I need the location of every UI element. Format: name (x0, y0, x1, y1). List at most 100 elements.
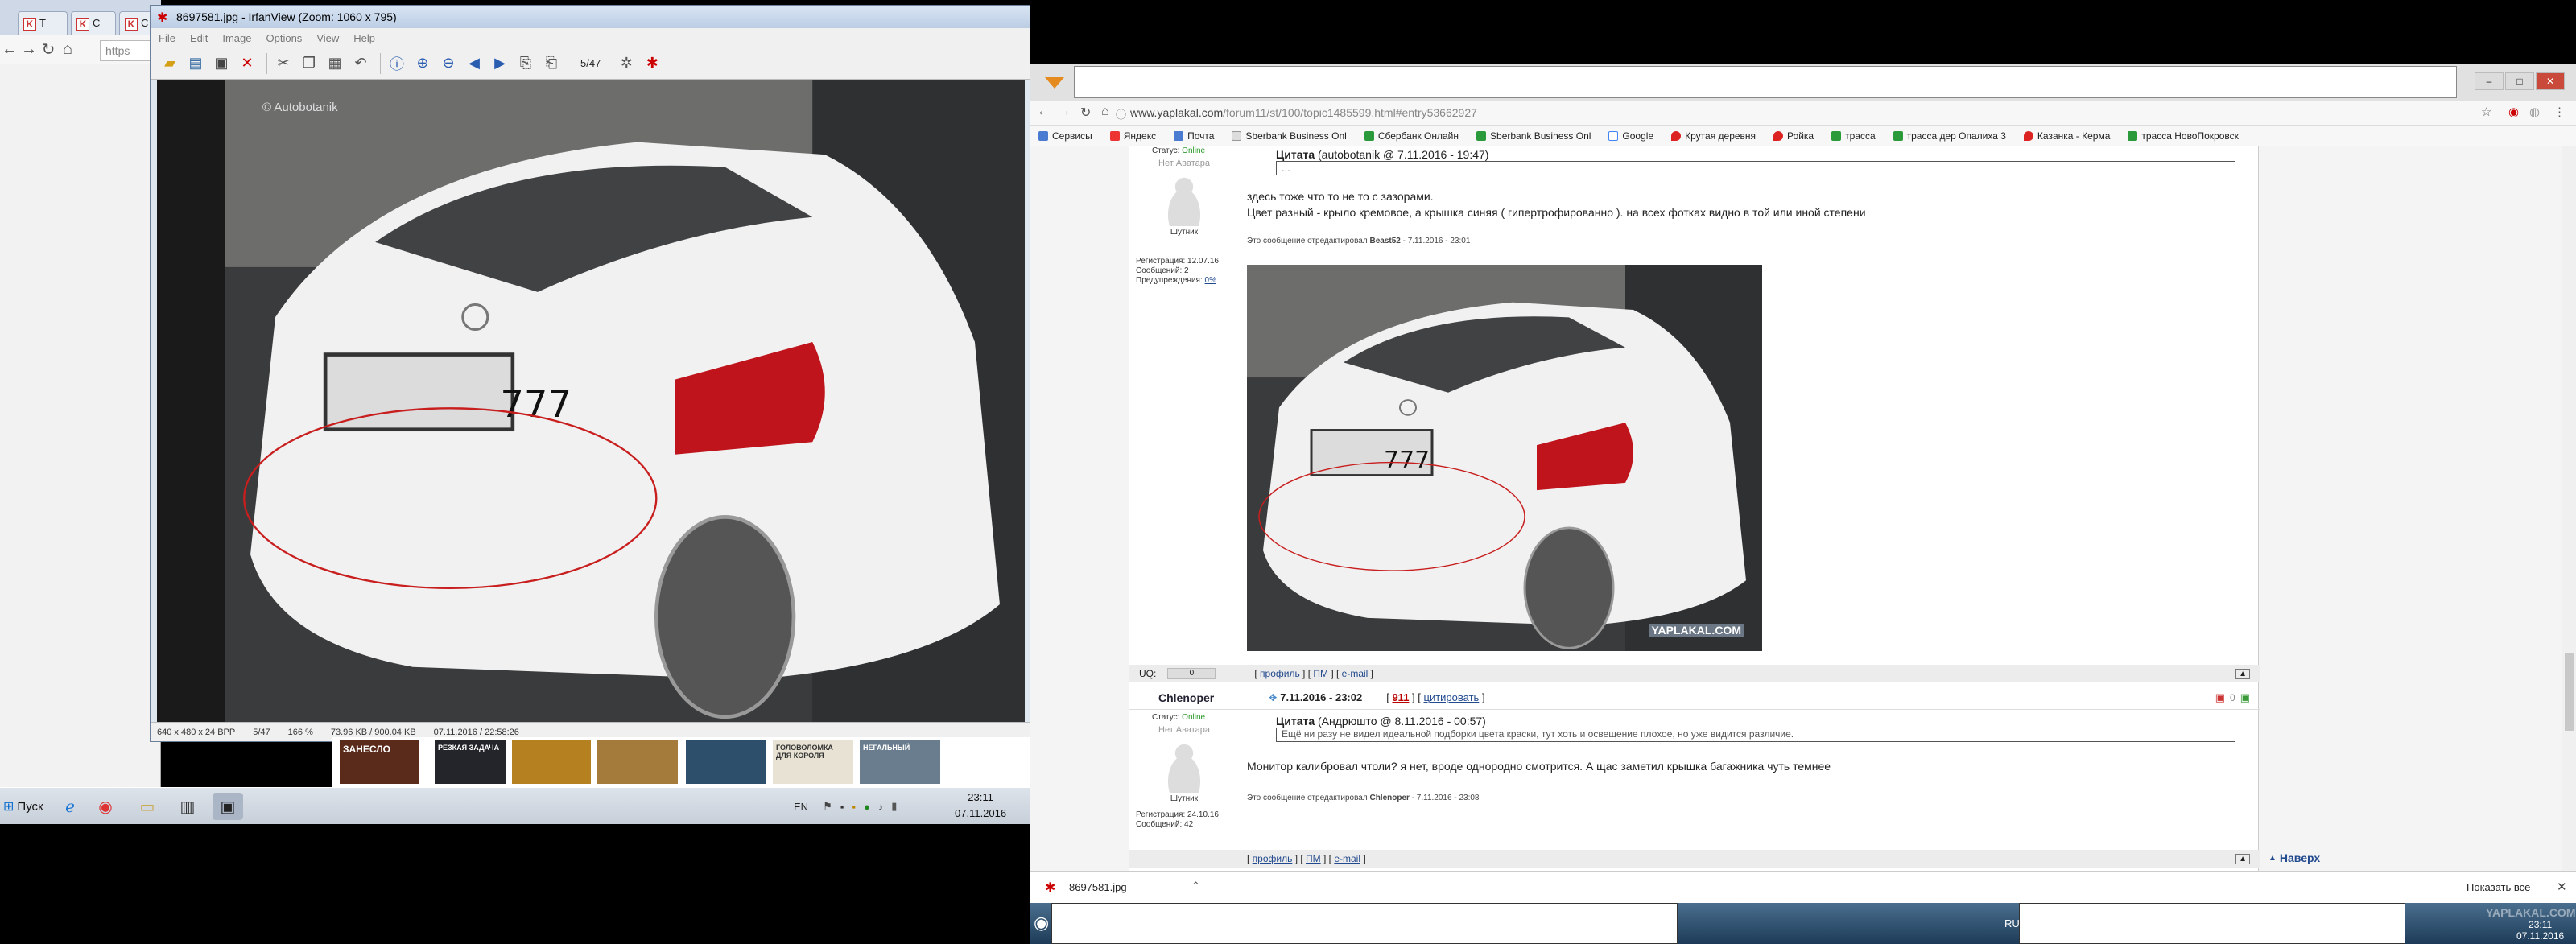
profile-link[interactable]: профиль (1253, 853, 1293, 864)
movie-thumb[interactable]: ЗАНЕСЛО (340, 740, 419, 784)
bookmark-item[interactable]: Sberbank Business Onl (1232, 130, 1347, 142)
cut-icon[interactable]: ✂ (272, 52, 295, 75)
bookmark-item[interactable]: трасса дер Опалиха 3 (1893, 130, 2006, 142)
movie-thumb[interactable] (686, 740, 766, 784)
irfanview-red-cat-icon[interactable]: ✱ (641, 52, 663, 75)
menu-image[interactable]: Image (222, 32, 251, 44)
menu-view[interactable]: View (316, 32, 339, 44)
tray-icon[interactable]: ▪ (840, 801, 844, 813)
movie-thumb[interactable] (512, 740, 591, 784)
chrome-menu-icon[interactable] (1045, 77, 1064, 89)
screen-icon[interactable]: ▣ (213, 793, 243, 820)
scroll-top-icon[interactable]: ▲ (2235, 853, 2250, 864)
uq-rating-control[interactable]: 0 (1167, 668, 1216, 679)
extension-icon[interactable]: ◉ (2508, 105, 2519, 119)
reload-icon[interactable]: ↻ (39, 39, 58, 60)
show-all-downloads-button[interactable]: Показать все (2467, 881, 2530, 893)
quote-action-link[interactable]: цитировать (1424, 691, 1480, 703)
scrollbar-thumb[interactable] (2565, 653, 2574, 731)
menu-options[interactable]: Options (266, 32, 303, 44)
slideshow-icon[interactable]: ▤ (184, 52, 207, 75)
home-icon[interactable]: ⌂ (58, 40, 77, 59)
background-tab-2[interactable]: KС (71, 11, 116, 35)
save-icon[interactable]: ▣ (210, 52, 233, 75)
movie-thumb[interactable]: НЕГАЛЬНЫЙ (860, 740, 940, 784)
bookmark-item[interactable]: Крутая деревня (1671, 130, 1756, 142)
forward-arrow-icon[interactable]: → (19, 40, 39, 59)
email-link[interactable]: e-mail (1334, 853, 1360, 864)
chrome-icon[interactable]: ◉ (90, 793, 121, 820)
maximize-icon[interactable]: □ (2505, 72, 2534, 90)
network-icon[interactable]: ▮ (891, 800, 897, 813)
paste-icon[interactable]: ▦ (324, 52, 346, 75)
scroll-top-icon[interactable]: ▲ (2235, 668, 2250, 679)
bookmark-item[interactable]: Сервисы (1038, 130, 1092, 142)
pm-link[interactable]: ПМ (1306, 853, 1321, 864)
bookmark-item[interactable]: Ройка (1773, 130, 1814, 142)
author-link[interactable]: Chlenoper (1158, 691, 1214, 704)
post-link-icon[interactable]: ✥ (1269, 692, 1277, 703)
menu-dots-icon[interactable]: ⋮ (2553, 105, 2566, 119)
minimize-icon[interactable]: ‒ (2475, 72, 2504, 90)
copy-icon[interactable]: ❐ (298, 52, 320, 75)
bookmark-item[interactable]: Сбербанк Онлайн (1364, 130, 1459, 142)
bookmark-item[interactable]: Яндекс (1109, 130, 1156, 142)
extension-icon[interactable]: ◍ (2529, 105, 2540, 119)
minus-vote-icon[interactable]: ▣ (2215, 691, 2225, 704)
previous-image-icon[interactable]: ◀ (463, 52, 485, 75)
menu-edit[interactable]: Edit (190, 32, 208, 44)
language-indicator[interactable]: EN (794, 801, 808, 813)
bookmark-item[interactable]: трасса НовоПокровск (2128, 130, 2239, 142)
menu-file[interactable]: File (159, 32, 175, 44)
undo-icon[interactable]: ↶ (349, 52, 372, 75)
movie-thumb[interactable] (597, 740, 678, 784)
settings-tools-icon[interactable]: ✲ (615, 52, 638, 75)
profile-link[interactable]: профиль (1260, 668, 1300, 679)
background-tab-1[interactable]: KТ (18, 11, 68, 35)
delete-icon[interactable]: ✕ (236, 52, 258, 75)
language-indicator[interactable]: RU (2004, 917, 2020, 930)
url-field[interactable]: www.yaplakal.com/forum11/st/100/topic148… (1130, 106, 1477, 119)
tray-icon[interactable]: ⚑ (823, 800, 832, 813)
email-link[interactable]: e-mail (1342, 668, 1368, 679)
post-number-link[interactable]: 911 (1392, 691, 1409, 703)
bookmark-star-icon[interactable]: ☆ (2481, 105, 2491, 119)
open-folder-icon[interactable]: ▰ (159, 52, 181, 75)
bookmark-item[interactable]: Google (1608, 130, 1653, 142)
clock[interactable]: 23:11 07.11.2016 (955, 789, 1006, 822)
movie-thumb[interactable]: ГОЛОВОЛОМКА ДЛЯ КОРОЛЯ (773, 740, 853, 784)
move-to-icon[interactable]: ⎗ (540, 52, 563, 75)
close-icon[interactable]: ✕ (2536, 72, 2565, 90)
close-icon[interactable]: ✕ (2557, 880, 2567, 894)
pm-link[interactable]: ПМ (1313, 668, 1328, 679)
post-image[interactable]: 777 YAPLAKAL.COM (1247, 265, 1762, 651)
image-viewer-canvas[interactable]: 777 © Autobotanik (157, 80, 1025, 722)
home-icon[interactable]: ⌂ (1101, 105, 1109, 119)
zoom-in-icon[interactable]: ⊕ (411, 52, 434, 75)
plus-vote-icon[interactable]: ▣ (2240, 691, 2250, 704)
copy-to-icon[interactable]: ⎘ (514, 52, 537, 75)
bookmark-item[interactable]: трасса (1831, 130, 1876, 142)
next-image-icon[interactable]: ▶ (489, 52, 511, 75)
info-icon[interactable]: ⓘ (386, 52, 408, 75)
volume-icon[interactable]: ♪ (878, 801, 884, 813)
ie-icon[interactable]: ℯ (55, 793, 85, 820)
menu-help[interactable]: Help (353, 32, 375, 44)
to-top-link[interactable]: ▲ Наверх (2268, 851, 2320, 864)
page-info-icon[interactable]: ⓘ (1116, 106, 1126, 122)
page-scrollbar[interactable] (2562, 146, 2576, 871)
tray-icon[interactable]: ● (864, 801, 870, 813)
back-arrow-icon[interactable]: ← (1037, 105, 1050, 119)
reload-icon[interactable]: ↻ (1080, 105, 1091, 121)
download-filename[interactable]: 8697581.jpg (1069, 881, 1127, 893)
irfanview-titlebar[interactable]: ✱ 8697581.jpg - IrfanView (Zoom: 1060 x … (151, 6, 1030, 28)
movie-thumb[interactable]: РЕЗКАЯ ЗАДАЧА (435, 740, 506, 784)
back-arrow-icon[interactable]: ← (0, 40, 19, 59)
bookmark-item[interactable]: Казанка - Керма (2023, 130, 2110, 142)
explorer-icon[interactable]: ▭ (132, 793, 163, 820)
start-button[interactable]: ⊞ Пуск (0, 793, 43, 820)
bookmark-item[interactable]: Sberbank Business Onl (1476, 130, 1591, 142)
warnings-link[interactable]: 0% (1205, 276, 1216, 285)
forward-arrow-icon[interactable]: → (1058, 105, 1071, 119)
window-switch-icon[interactable]: ▥ (172, 793, 203, 820)
